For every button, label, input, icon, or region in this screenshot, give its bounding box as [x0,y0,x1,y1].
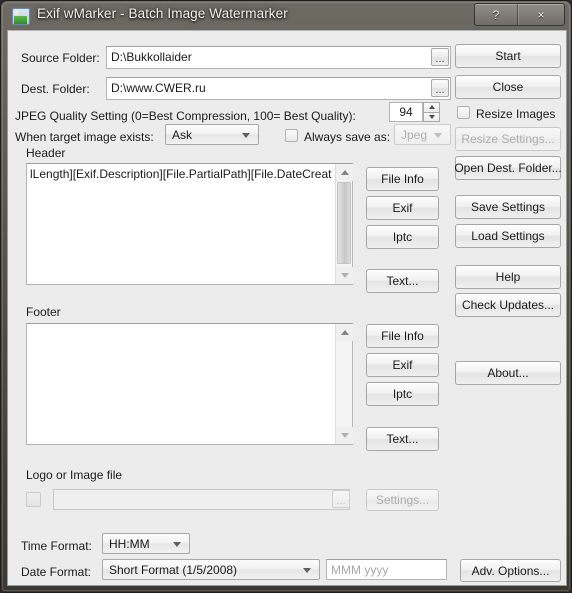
footer-iptc-button[interactable]: Iptc [366,382,439,406]
header-textarea-scrollbar[interactable] [335,164,353,284]
custom-date-format-input[interactable]: MMM yyyy [326,559,447,580]
resize-settings-button[interactable]: Resize Settings... [455,127,561,151]
window-title: Exif wMarker - Batch Image Watermarker [37,6,288,21]
stepper-down-icon[interactable] [423,111,440,122]
header-textarea-text: lLength][Exif.Description][File.PartialP… [30,166,332,182]
image-app-icon [12,8,30,25]
target-exists-label: When target image exists: [15,130,154,144]
footer-textarea[interactable] [26,323,353,445]
close-button[interactable]: Close [455,75,561,99]
dest-folder-browse-button[interactable]: ... [431,79,449,97]
date-format-select[interactable]: Short Format (1/5/2008) [102,559,320,580]
logo-browse-button[interactable]: ... [332,490,350,508]
help-panel-button[interactable]: Help [455,265,561,289]
stepper-up-icon[interactable] [423,102,440,112]
logo-settings-button[interactable]: Settings... [366,489,439,511]
date-format-value: Short Format (1/5/2008) [109,562,238,577]
dest-folder-input[interactable]: D:\www.CWER.ru [106,77,451,100]
header-section-label: Header [26,146,66,160]
application-window: Exif wMarker - Batch Image Watermarker ?… [0,0,572,593]
scroll-thumb[interactable] [337,182,351,264]
scroll-down-icon[interactable] [336,427,353,444]
chevron-down-icon [242,132,250,138]
logo-section-label: Logo or Image file [26,468,123,482]
scroll-up-icon[interactable] [336,164,353,181]
load-settings-button[interactable]: Load Settings [455,224,561,248]
source-folder-input[interactable]: D:\Bukkollaider [106,46,451,69]
always-save-as-label: Always save as: [304,130,391,144]
header-text-button[interactable]: Text... [366,269,439,293]
save-format-select[interactable]: Jpeg [394,124,451,145]
logo-enable-checkbox[interactable] [26,492,41,507]
jpeg-quality-input[interactable]: 94 [389,102,423,122]
resize-images-label: Resize Images [476,107,556,121]
header-iptc-button[interactable]: Iptc [366,225,439,249]
chevron-down-icon [173,541,181,547]
adv-options-button[interactable]: Adv. Options... [460,559,561,582]
footer-section-label: Footer [26,305,61,319]
dest-folder-label: Dest. Folder: [21,82,90,96]
footer-textarea-scrollbar[interactable] [335,324,353,444]
save-settings-button[interactable]: Save Settings [455,195,561,219]
scroll-up-icon[interactable] [336,324,353,341]
client-area: Source Folder: D:\Bukkollaider ... Dest.… [7,30,567,586]
title-bar[interactable]: Exif wMarker - Batch Image Watermarker ?… [1,1,572,30]
logo-path-input[interactable] [53,489,350,510]
chevron-down-icon [303,567,311,573]
source-folder-label: Source Folder: [21,51,100,65]
caption-button-group: ? × [474,3,565,26]
source-folder-browse-button[interactable]: ... [431,48,449,66]
resize-images-checkbox[interactable] [457,106,470,119]
open-dest-folder-button[interactable]: Open Dest. Folder... [454,156,562,180]
chevron-down-icon [434,132,442,138]
target-exists-select[interactable]: Ask [165,124,259,145]
footer-file-info-button[interactable]: File Info [366,324,439,348]
header-exif-button[interactable]: Exif [366,196,439,220]
header-textarea[interactable]: lLength][Exif.Description][File.PartialP… [26,163,353,285]
footer-exif-button[interactable]: Exif [366,353,439,377]
footer-text-button[interactable]: Text... [366,427,439,451]
help-button[interactable]: ? [475,4,518,25]
target-exists-value: Ask [172,127,193,142]
save-format-value: Jpeg [401,127,428,142]
about-button[interactable]: About... [455,361,561,385]
time-format-select[interactable]: HH:MM [102,533,190,554]
start-button[interactable]: Start [455,44,561,68]
header-file-info-button[interactable]: File Info [366,167,439,191]
always-save-as-checkbox[interactable] [285,129,298,142]
jpeg-quality-label: JPEG Quality Setting (0=Best Compression… [15,109,356,123]
jpeg-quality-stepper[interactable] [423,102,440,122]
check-updates-button[interactable]: Check Updates... [455,293,561,317]
time-format-label: Time Format: [21,539,92,553]
time-format-value: HH:MM [109,536,150,551]
scroll-down-icon[interactable] [336,267,353,284]
close-icon[interactable]: × [518,4,564,25]
date-format-label: Date Format: [21,565,92,579]
